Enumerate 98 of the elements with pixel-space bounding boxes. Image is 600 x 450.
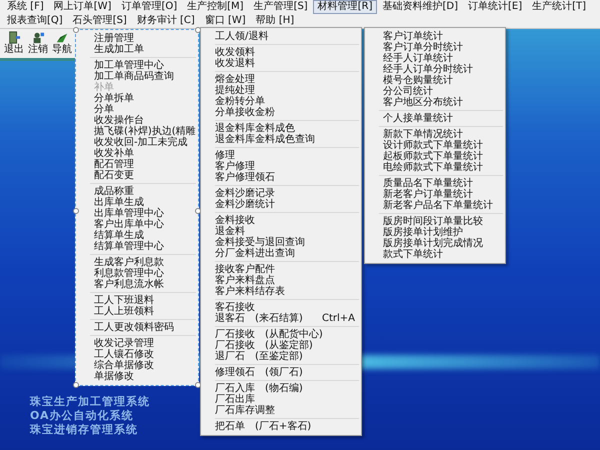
menu-bar-item[interactable]: 基础资料维护[D]	[377, 0, 463, 14]
menu-item[interactable]: 客户修理	[201, 161, 361, 172]
menu-bar-item[interactable]: 生产控制[M]	[182, 0, 249, 14]
menu-item[interactable]: 退金料库金料成色	[201, 123, 361, 134]
menu-item[interactable]: 经手人订单统计	[365, 53, 505, 64]
menu-item[interactable]: 收发领料	[201, 47, 361, 58]
menu-item[interactable]: 厂石接收 (从配货中心)	[201, 329, 361, 340]
menu-item[interactable]: 熔金处理	[201, 74, 361, 85]
menu-item[interactable]: 个人接单量统计	[365, 113, 505, 124]
menu-item[interactable]: 分单接收金粉	[201, 107, 361, 118]
desktop-caption: 珠宝生产加工管理系统	[30, 395, 150, 408]
menu-item[interactable]: 工人上班领料	[76, 306, 198, 317]
menu-item[interactable]: 版房时间段订单量比较	[365, 216, 505, 227]
menu-item[interactable]: 修理领石 (领厂石)	[201, 367, 361, 378]
menu-item[interactable]: 客户出库单中心	[76, 219, 198, 230]
menu-item[interactable]: 分公司统计	[365, 86, 505, 97]
menu-item[interactable]: 修理	[201, 150, 361, 161]
menu-item[interactable]: 生成加工单	[76, 44, 198, 55]
menu-item[interactable]: 客户修理领石	[201, 172, 361, 183]
menu-item[interactable]: 客石接收	[201, 302, 361, 313]
menu-item[interactable]: 退客石 (来石结算) Ctrl+A	[201, 313, 361, 324]
menu-item[interactable]: 抛飞碟(补焊)执边(精雕	[76, 126, 198, 137]
menu-item[interactable]: 结算单管理中心	[76, 241, 198, 252]
menu-bar-item[interactable]: 订单统计[E]	[463, 0, 528, 14]
menu-item[interactable]: 把石单 (厂石+客石)	[201, 421, 361, 432]
menu-item[interactable]: 分单	[76, 104, 198, 115]
menu-item[interactable]: 新老客户品名下单量统计	[365, 200, 505, 211]
menu-bar-item[interactable]: 系统 [F]	[2, 0, 49, 14]
menu-item[interactable]: 结算单生成	[76, 230, 198, 241]
menu-bar-item[interactable]: 报表查询[Q]	[2, 14, 68, 28]
menu-item[interactable]: 出库单管理中心	[76, 208, 198, 219]
menu-item[interactable]: 金料沙磨统计	[201, 199, 361, 210]
menu-item[interactable]: 电绘师款式下单量统计	[365, 162, 505, 173]
menu-bar-item[interactable]: 网上订单[W]	[48, 0, 116, 14]
menu-item[interactable]: 起板师款式下单量统计	[365, 151, 505, 162]
menu-item[interactable]: 成品称重	[76, 186, 198, 197]
menu-item[interactable]: 退金料库金料成色查询	[201, 134, 361, 145]
menu-item[interactable]: 收发收回-加工未完成	[76, 137, 198, 148]
menu-item[interactable]: 利息款管理中心	[76, 268, 198, 279]
menu-item[interactable]: 配石变更	[76, 170, 198, 181]
menu-bar-item[interactable]: 生产管理[S]	[248, 0, 313, 14]
desktop-caption: OA办公自动化系统	[30, 409, 135, 422]
menu-item[interactable]: 加工单商品码查询	[76, 71, 198, 82]
menu-item[interactable]: 厂石库存调整	[201, 405, 361, 416]
menu-item[interactable]: 退金料	[201, 226, 361, 237]
toolbar-button[interactable]: 导航	[51, 30, 73, 56]
menu-item[interactable]: 版房接单计划完成情况	[365, 238, 505, 249]
menu-item[interactable]: 厂石接收 (从鉴定部)	[201, 340, 361, 351]
menu-item[interactable]: 厂石入库 (物石编)	[201, 383, 361, 394]
menu-item[interactable]: 新款下单情况统计	[365, 129, 505, 140]
menu-item[interactable]: 综合单据修改	[76, 360, 198, 371]
menu-item[interactable]: 模号仓购量统计	[365, 75, 505, 86]
toolbar-button[interactable]: 注销	[27, 30, 49, 56]
menu-item[interactable]: 工人镶石修改	[76, 349, 198, 360]
menu-bar-item[interactable]: 订单管理[O]	[116, 0, 182, 14]
menu-item[interactable]: 款式下单统计	[365, 249, 505, 260]
menu-item[interactable]: 金料沙磨记录	[201, 188, 361, 199]
menu-item[interactable]: 客户地区分布统计	[365, 97, 505, 108]
menu-item[interactable]: 新老客户订单量统计	[365, 189, 505, 200]
menu-item[interactable]: 退厂石 (至鉴定部)	[201, 351, 361, 362]
menu-item[interactable]: 加工单管理中心	[76, 60, 198, 71]
menu-item[interactable]: 生成客户利息款	[76, 257, 198, 268]
menu-bar-item[interactable]: 财务审计 [C]	[132, 14, 200, 28]
menu-item[interactable]: 工人下班退料	[76, 295, 198, 306]
toolbar-button[interactable]: 退出	[3, 30, 25, 56]
menu-item[interactable]: 配石管理	[76, 159, 198, 170]
menu-item[interactable]: 厂石出库	[201, 394, 361, 405]
menu-item[interactable]: 收发补单	[76, 148, 198, 159]
menu-item[interactable]: 收发退料	[201, 58, 361, 69]
menu-item[interactable]: 客户订单分时统计	[365, 42, 505, 53]
menu-item[interactable]: 客户利息流水帐	[76, 279, 198, 290]
menu-item[interactable]: 收发记录管理	[76, 338, 198, 349]
menu-item[interactable]: 金料接受与退回查询	[201, 237, 361, 248]
menu-item[interactable]: 接收客户配件	[201, 264, 361, 275]
menu-item[interactable]: 客户来料盘点	[201, 275, 361, 286]
menu-item[interactable]: 分单拆单	[76, 93, 198, 104]
menu-bar-item[interactable]: 帮助 [H]	[250, 14, 300, 28]
menu-bar-item[interactable]: 石头管理[S]	[68, 14, 132, 28]
menu-item[interactable]: 工人更改领料密码	[76, 322, 198, 333]
menu-item[interactable]: 出库单生成	[76, 197, 198, 208]
menu-item[interactable]: 提纯处理	[201, 85, 361, 96]
menu-bar-item[interactable]: 材料管理[R]	[312, 0, 378, 14]
menu-item[interactable]: 版房接单计划维护	[365, 227, 505, 238]
desktop-caption: 珠宝进销存管理系统	[30, 423, 139, 436]
menu-item[interactable]: 客户来料结存表	[201, 286, 361, 297]
menu-item[interactable]: 客户订单统计	[365, 31, 505, 42]
menu-item[interactable]: 经手人订单分时统计	[365, 64, 505, 75]
menu-bar-item[interactable]: 窗口 [W]	[200, 14, 251, 28]
menu-item[interactable]: 金料接收	[201, 215, 361, 226]
menu-item[interactable]: 金粉转分单	[201, 96, 361, 107]
menu-bar-item[interactable]: 生产统计[T]	[527, 0, 592, 14]
menu-item[interactable]: 工人领/退料	[201, 31, 361, 42]
menu-item[interactable]: 注册管理	[76, 33, 198, 44]
menu-item[interactable]: 分厂金料进出查询	[201, 248, 361, 259]
menu-item[interactable]: 单据修改	[76, 371, 198, 382]
menu-item[interactable]: 收发操作台	[76, 115, 198, 126]
menu-item[interactable]: 设计师款式下单量统计	[365, 140, 505, 151]
menu-item[interactable]: 质量品名下单量统计	[365, 178, 505, 189]
